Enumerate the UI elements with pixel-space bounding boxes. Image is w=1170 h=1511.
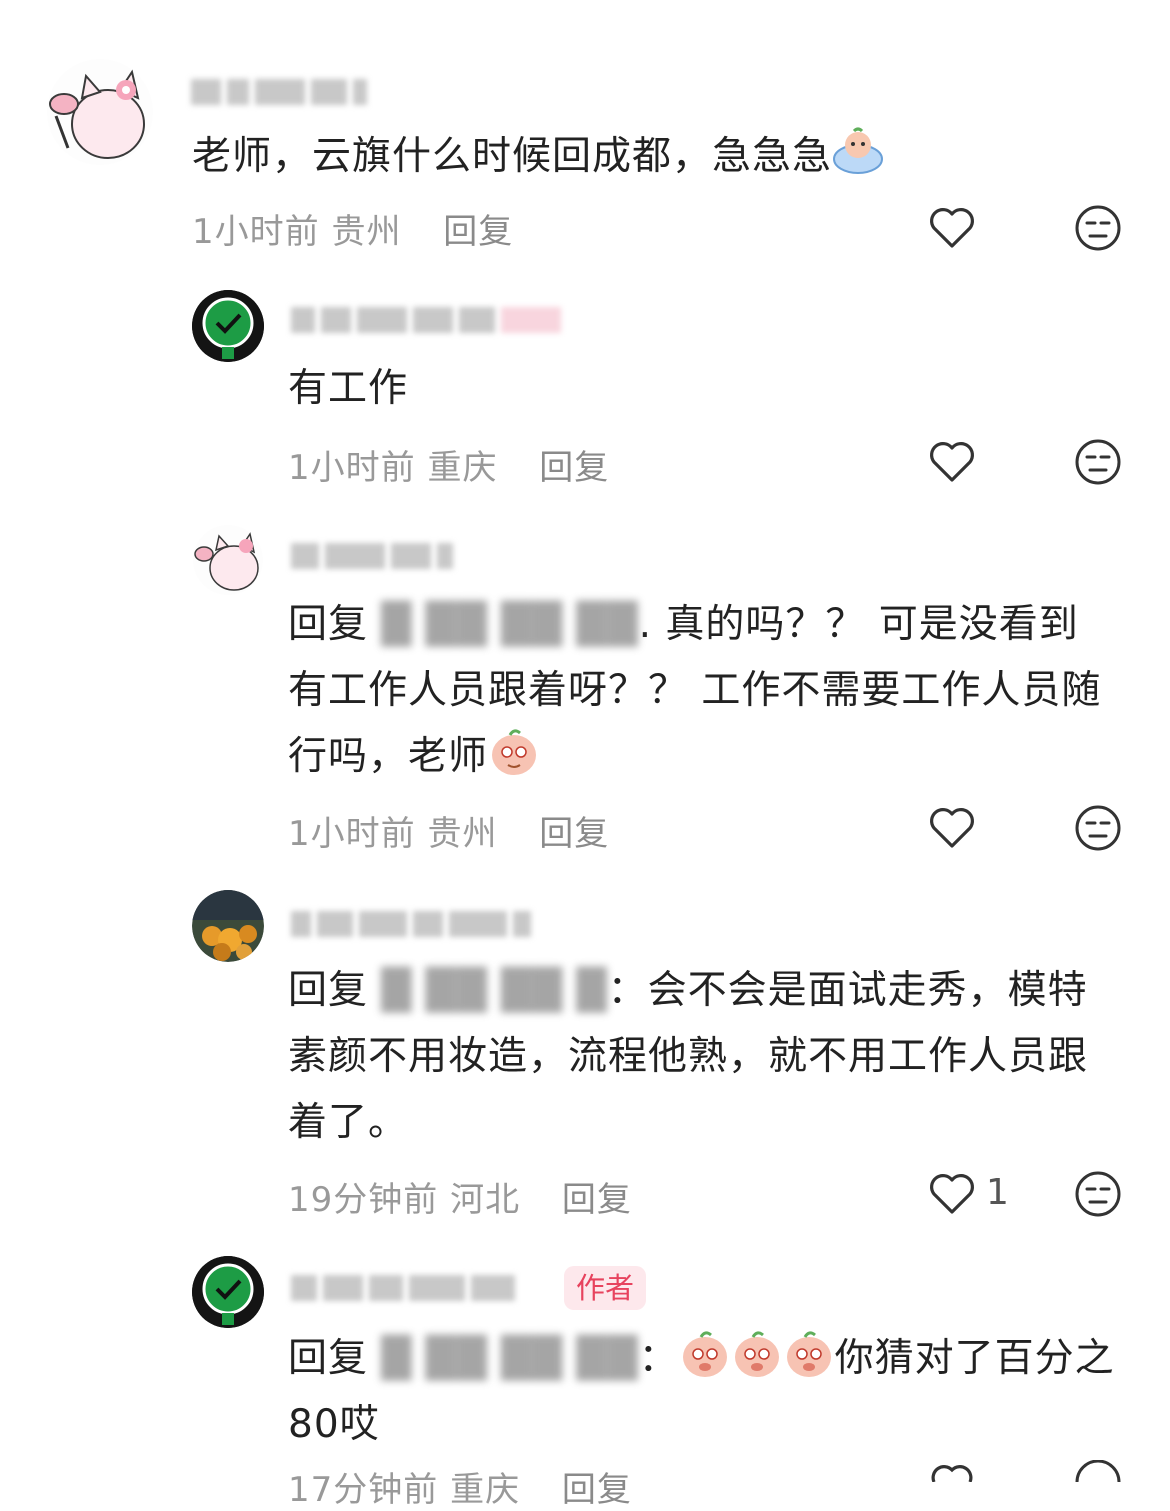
- heart-outline-icon[interactable]: [928, 206, 976, 254]
- heart-outline-icon[interactable]: [928, 1172, 976, 1220]
- timestamp: 19分钟前: [288, 1180, 439, 1220]
- username-blurred[interactable]: [188, 72, 398, 112]
- location: 贵州: [427, 814, 498, 854]
- comment-text: 回复 █ ██ ██ ██. 真的吗？？ 可是没看到有工作人员跟着呀？？ 工作不…: [288, 592, 1108, 790]
- location: 重庆: [427, 448, 498, 488]
- reply-prefix: 回复: [288, 602, 369, 647]
- username-blurred[interactable]: [288, 904, 588, 944]
- reply-prefix: 回复: [288, 1336, 369, 1381]
- mention-blurred[interactable]: █ ██ ██ ██: [381, 1326, 638, 1392]
- avatar[interactable]: [192, 890, 264, 962]
- peach-shy-emoji-icon: [488, 725, 540, 777]
- timestamp: 1小时前: [288, 814, 416, 854]
- username-blurred[interactable]: [288, 300, 668, 340]
- meh-face-icon[interactable]: [1074, 804, 1122, 856]
- comment-meta: 1小时前 重庆 回复: [288, 440, 609, 489]
- peach-giggle-emoji-icon: [783, 1327, 835, 1379]
- comment-text: 回复 █ ██ ██ █：会不会是面试走秀，模特素颜不用妆造，流程他熟，就不用工…: [288, 958, 1118, 1156]
- username-blurred[interactable]: [288, 1268, 548, 1308]
- comment-meta: 1小时前 贵州 回复: [288, 806, 609, 855]
- location: 贵州: [331, 212, 402, 252]
- timestamp: 1小时前: [192, 212, 320, 252]
- meh-face-icon[interactable]: [1074, 438, 1122, 490]
- peach-giggle-emoji-icon: [679, 1327, 731, 1379]
- like-count: 1: [986, 1172, 1009, 1213]
- location: 重庆: [450, 1470, 521, 1510]
- meh-face-icon[interactable]: [1074, 1170, 1122, 1222]
- avatar[interactable]: [192, 524, 264, 596]
- peach-giggle-emoji-icon: [731, 1327, 783, 1379]
- comment-text: 有工作: [288, 366, 409, 411]
- mention-blurred[interactable]: █ ██ ██ █: [381, 958, 607, 1024]
- meh-face-icon[interactable]: [1074, 204, 1122, 256]
- comment-text: 回复 █ ██ ██ ██： 你猜对了百分之80哎: [288, 1326, 1118, 1458]
- timestamp: 17分钟前: [288, 1470, 439, 1510]
- avatar[interactable]: [192, 290, 264, 362]
- comment-meta: 19分钟前 河北 回复: [288, 1172, 632, 1221]
- avatar[interactable]: [46, 58, 154, 166]
- mention-blurred[interactable]: █ ██ ██ ██: [381, 592, 638, 658]
- heart-outline-icon[interactable]: [928, 440, 976, 488]
- reply-prefix: 回复: [288, 968, 369, 1013]
- comment-text: 老师，云旗什么时候回成都，急急急: [192, 124, 1092, 190]
- reply-button[interactable]: 回复: [443, 212, 513, 252]
- reply-button[interactable]: 回复: [562, 1180, 632, 1220]
- reply-button[interactable]: 回复: [539, 448, 609, 488]
- reply-button[interactable]: 回复: [539, 814, 609, 854]
- username-blurred[interactable]: [288, 536, 498, 576]
- comment-meta: 1小时前 贵州 回复: [192, 204, 513, 253]
- author-badge: 作者: [564, 1266, 647, 1310]
- avatar[interactable]: [192, 1256, 264, 1328]
- comment-meta: 17分钟前 重庆 回复: [288, 1462, 632, 1511]
- location: 河北: [450, 1180, 521, 1220]
- heart-outline-icon[interactable]: [928, 806, 976, 854]
- meh-face-icon[interactable]: [1074, 1459, 1122, 1486]
- heart-outline-icon[interactable]: [928, 1462, 976, 1486]
- reply-button[interactable]: 回复: [562, 1470, 632, 1510]
- crying-emoji-icon: [832, 125, 884, 177]
- timestamp: 1小时前: [288, 448, 416, 488]
